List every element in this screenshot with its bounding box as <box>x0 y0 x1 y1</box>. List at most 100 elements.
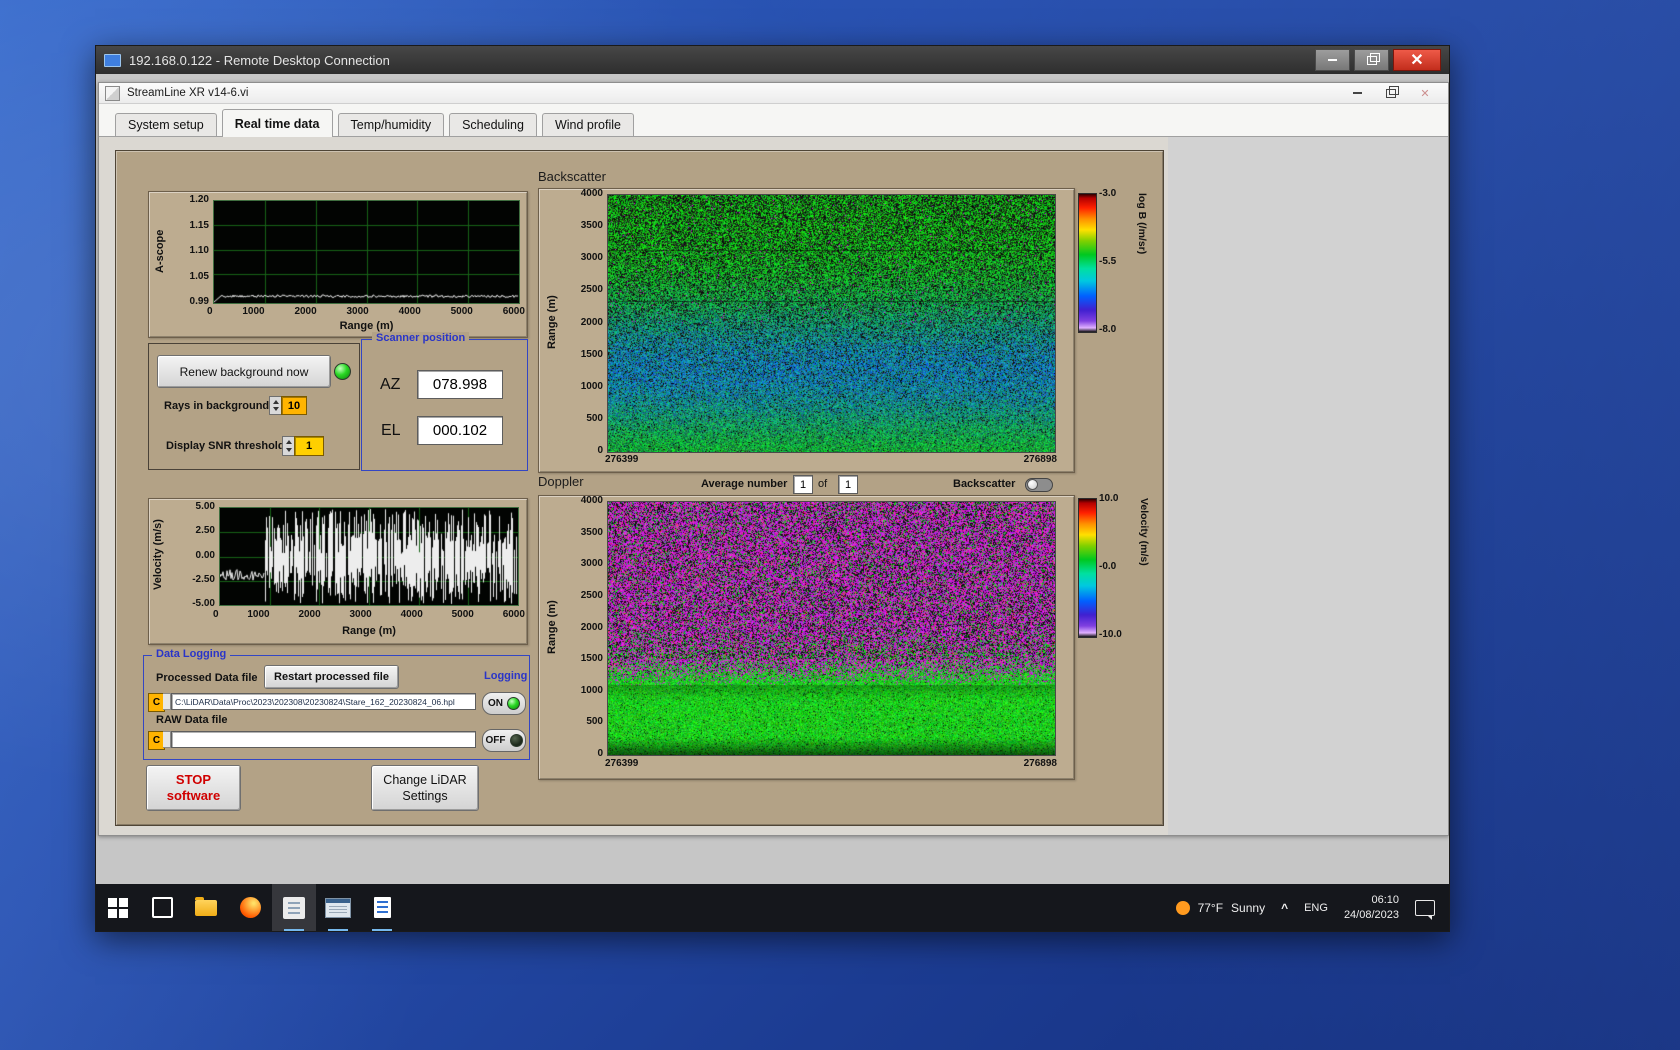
window-background <box>1168 137 1448 835</box>
rdp-close-button[interactable]: ✕ <box>1393 49 1441 71</box>
restart-processed-file-button[interactable]: Restart processed file <box>264 665 399 689</box>
rays-in-background-label: Rays in background <box>164 400 269 412</box>
snr-threshold-label: Display SNR threshold <box>166 440 285 452</box>
tick-label: 1.15 <box>190 221 209 231</box>
labview-minimize-button[interactable] <box>1340 84 1374 103</box>
tick-label: 3000 <box>581 559 603 569</box>
tick-label: 3500 <box>581 221 603 231</box>
tick-label: -0.0 <box>1099 562 1116 572</box>
backscatter-x-end: 276898 <box>1024 454 1057 465</box>
labview-titlebar[interactable]: StreamLine XR v14-6.vi ✕ <box>99 83 1448 104</box>
rdp-restore-button[interactable] <box>1354 49 1389 71</box>
document-app-button[interactable] <box>360 884 404 931</box>
doppler-heatmap <box>607 501 1056 756</box>
tick-label: 0 <box>597 446 603 456</box>
tick-label: 0 <box>207 306 213 317</box>
labview-restore-button[interactable] <box>1374 84 1408 103</box>
average-count-field[interactable]: 1 <box>838 475 858 494</box>
tick-label: 5.00 <box>196 502 215 512</box>
off-label: OFF <box>486 735 506 746</box>
doppler-plot-frame: Range (m) 4000 3500 3000 2500 2000 1500 1000 50… <box>538 495 1075 780</box>
tick-label: 500 <box>586 414 603 424</box>
folder-icon <box>195 900 217 916</box>
on-label: ON <box>488 698 503 709</box>
tick-label: 1500 <box>581 654 603 664</box>
firefox-button[interactable] <box>228 884 272 931</box>
snr-value-field[interactable]: 1 <box>294 436 324 456</box>
close-icon: ✕ <box>1410 50 1423 70</box>
tab-label: System setup <box>128 118 204 132</box>
front-panel: A-scope 1.20 1.15 1.10 1.05 0.99 0 1000 2000 30… <box>115 150 1164 826</box>
processed-logging-on-button[interactable]: ON <box>482 692 526 715</box>
backscatter-colorbar-label: log B (/m/sr) <box>1135 193 1149 331</box>
windows-logo-icon <box>108 898 128 918</box>
task-view-icon <box>152 897 173 918</box>
tab-label: Real time data <box>235 117 320 131</box>
backscatter-plot-frame: Range (m) 4000 3500 3000 2500 2000 1500 1000 50… <box>538 188 1075 473</box>
tab-real-time-data[interactable]: Real time data <box>222 109 333 137</box>
tick-label: 6000 <box>503 306 525 317</box>
language-indicator[interactable]: ENG <box>1304 902 1328 914</box>
tick-label: 4000 <box>399 306 421 317</box>
tick-label: 6000 <box>503 609 525 620</box>
doppler-x-start: 276399 <box>605 758 638 769</box>
processed-path-field[interactable]: C:\LiDAR\Data\Proc\2023\202308\20230824\… <box>171 693 476 710</box>
el-label: EL <box>381 422 401 440</box>
doppler-y-ticks: 4000 3500 3000 2500 2000 1500 1000 500 0 <box>561 496 603 759</box>
raw-logging-off-button[interactable]: OFF <box>482 729 526 752</box>
rdp-window: 192.168.0.122 - Remote Desktop Connectio… <box>95 45 1450 932</box>
tray-chevron[interactable]: ^ <box>1281 901 1288 915</box>
tick-label: 1.05 <box>190 272 209 282</box>
data-logging-group: Data Logging Processed Data file Restart… <box>143 655 530 760</box>
rdp-titlebar[interactable]: 192.168.0.122 - Remote Desktop Connectio… <box>96 46 1449 74</box>
tick-label: 1500 <box>581 350 603 360</box>
file-explorer-button[interactable] <box>184 884 228 931</box>
renew-background-button[interactable]: Renew background now <box>157 355 331 388</box>
front-panel-area: A-scope 1.20 1.15 1.10 1.05 0.99 0 1000 2000 30… <box>99 137 1448 835</box>
change-lidar-settings-button[interactable]: Change LiDAR Settings <box>371 765 479 811</box>
background-group: Renew background now Rays in background … <box>148 343 360 470</box>
tick-label: -5.5 <box>1099 257 1116 267</box>
rays-value-field[interactable]: 10 <box>281 396 307 415</box>
sun-icon <box>1176 901 1190 915</box>
raw-path-grip[interactable] <box>163 731 171 748</box>
restore-icon <box>1367 56 1377 65</box>
backscatter-toggle[interactable] <box>1025 478 1053 492</box>
tick-label: 10.0 <box>1099 494 1118 504</box>
clock[interactable]: 06:10 24/08/2023 <box>1344 893 1399 922</box>
tick-label: 2000 <box>294 306 316 317</box>
tick-label: 3000 <box>347 306 369 317</box>
scan-schedule-button[interactable] <box>316 884 360 931</box>
rdp-minimize-button[interactable] <box>1315 49 1350 71</box>
velocity-plot <box>219 507 519 606</box>
clock-time: 06:10 <box>1344 893 1399 907</box>
tab-scheduling[interactable]: Scheduling <box>449 113 537 136</box>
tick-label: 0 <box>213 609 219 620</box>
tab-temp-humidity[interactable]: Temp/humidity <box>338 113 445 136</box>
average-number-field[interactable]: 1 <box>793 475 813 494</box>
tab-wind-profile[interactable]: Wind profile <box>542 113 634 136</box>
start-button[interactable] <box>96 884 140 931</box>
weather-widget[interactable]: 77°F Sunny <box>1176 901 1266 915</box>
velocity-x-ticks: 0 1000 2000 3000 4000 5000 6000 <box>213 609 525 620</box>
tick-label: 5000 <box>451 306 473 317</box>
raw-path-field[interactable] <box>171 731 476 748</box>
notification-icon[interactable] <box>1415 900 1435 916</box>
velocity-plot-frame: Velocity (m/s) 5.00 2.50 0.00 -2.50 -5.00 0 1… <box>148 498 528 645</box>
off-led <box>510 734 523 747</box>
stop-software-button[interactable]: STOP software <box>146 765 241 811</box>
processed-path-grip[interactable] <box>163 693 171 710</box>
labview-taskbar-button[interactable] <box>272 884 316 931</box>
data-logging-title: Data Logging <box>152 648 230 660</box>
processed-data-file-label: Processed Data file <box>156 672 258 684</box>
task-view-button[interactable] <box>140 884 184 931</box>
tab-system-setup[interactable]: System setup <box>115 113 217 136</box>
tick-label: 1.10 <box>190 246 209 256</box>
labview-close-button[interactable]: ✕ <box>1408 84 1442 103</box>
tick-label: 0.00 <box>196 551 215 561</box>
ascope-x-ticks: 0 1000 2000 3000 4000 5000 6000 <box>207 306 525 317</box>
tick-label: 1000 <box>247 609 269 620</box>
tick-label: 2000 <box>298 609 320 620</box>
doppler-title: Doppler <box>538 474 584 489</box>
restore-icon <box>1386 89 1396 98</box>
